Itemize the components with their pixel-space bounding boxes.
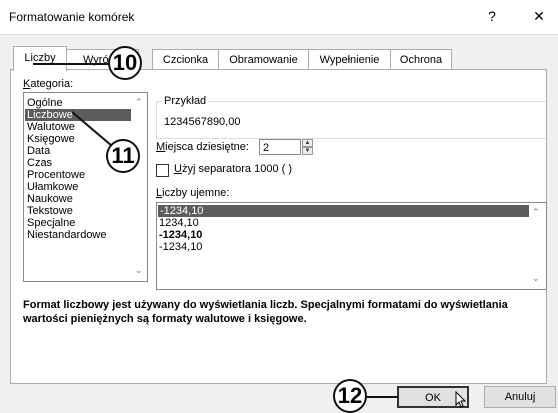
category-item[interactable]: Specjalne — [27, 217, 75, 229]
help-button[interactable]: ? — [479, 4, 505, 28]
negative-label: Liczby ujemne: — [156, 187, 230, 199]
negative-item[interactable]: -1234,10 — [159, 229, 202, 241]
category-item[interactable]: Naukowe — [27, 193, 73, 205]
spin-down-icon[interactable]: ▼ — [302, 147, 313, 155]
cancel-button[interactable]: Anuluj — [484, 386, 556, 408]
sample-value: 1234567890,00 — [164, 116, 241, 128]
negative-list[interactable]: -1234,10 1234,10 -1234,10 -1234,10 ⌃ ⌄ — [156, 202, 547, 290]
category-item[interactable]: Tekstowe — [27, 205, 73, 217]
scroll-down-icon[interactable]: ⌄ — [135, 265, 143, 276]
category-item[interactable]: Księgowe — [27, 133, 75, 145]
sample-label: Przykład — [162, 95, 209, 107]
callout-badge-12: 12 — [333, 379, 367, 413]
callout-11-leader — [71, 111, 113, 147]
mouse-cursor-icon — [455, 391, 467, 408]
negative-item-selected[interactable]: -1234,10 — [158, 205, 529, 217]
decimals-input[interactable]: 2 — [259, 139, 301, 155]
callout-10-leader — [33, 63, 109, 65]
close-button[interactable]: ✕ — [526, 4, 552, 28]
category-item[interactable]: Czas — [27, 157, 52, 169]
separator-checkbox[interactable] — [156, 164, 169, 177]
category-item[interactable]: Data — [27, 145, 50, 157]
callout-12-leader — [367, 396, 399, 398]
category-label: Kategoria: — [23, 78, 74, 90]
separator-label: Użyj separatora 1000 ( ) — [174, 163, 293, 175]
category-item[interactable]: Niestandardowe — [27, 229, 107, 241]
decimals-label: Miejsca dziesiętne: — [156, 141, 249, 153]
tab-czcionka[interactable]: Czcionka — [152, 49, 219, 70]
category-item[interactable]: Walutowe — [27, 121, 75, 133]
window-title: Formatowanie komórek — [9, 10, 135, 24]
tab-liczby[interactable]: Liczby — [13, 46, 67, 71]
callout-badge-11: 11 — [106, 139, 140, 173]
callout-badge-10: 10 — [108, 46, 142, 80]
negative-item[interactable]: 1234,10 — [159, 217, 199, 229]
spin-up-icon[interactable]: ▲ — [302, 139, 313, 147]
format-description: Format liczbowy jest używany do wyświetl… — [23, 299, 508, 325]
scroll-down-icon[interactable]: ⌄ — [532, 273, 540, 284]
tab-wypelnienie[interactable]: Wypełnienie — [308, 49, 391, 70]
category-item[interactable]: Procentowe — [27, 169, 85, 181]
tab-obramowanie[interactable]: Obramowanie — [218, 49, 309, 70]
category-item[interactable]: Ogólne — [27, 97, 62, 109]
scroll-up-icon[interactable]: ⌃ — [135, 97, 143, 108]
tab-ochrona[interactable]: Ochrona — [390, 49, 452, 70]
negative-item[interactable]: -1234,10 — [159, 241, 202, 253]
scroll-up-icon[interactable]: ⌃ — [532, 207, 540, 218]
category-item[interactable]: Ułamkowe — [27, 181, 78, 193]
